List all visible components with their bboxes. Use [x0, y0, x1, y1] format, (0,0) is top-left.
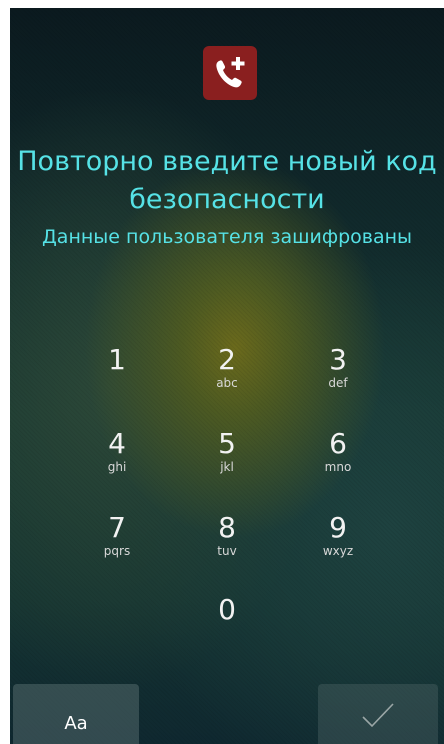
key-digit: 9	[329, 511, 347, 544]
key-letters: wxyz	[322, 544, 354, 558]
confirm-button[interactable]	[318, 684, 438, 744]
keypad-key-6[interactable]: 6 mno	[283, 428, 393, 492]
key-letters: pqrs	[103, 544, 131, 558]
keypad-key-0[interactable]: 0	[172, 594, 282, 658]
key-letters: jkl	[220, 460, 234, 474]
keypad-key-5[interactable]: 5 jkl	[172, 428, 282, 492]
key-letters: mno	[324, 460, 352, 474]
keypad-key-3[interactable]: 3 def	[283, 344, 393, 408]
keypad-key-4[interactable]: 4 ghi	[62, 428, 172, 492]
key-digit: 8	[218, 511, 236, 544]
keypad-key-1[interactable]: 1	[62, 344, 172, 408]
key-digit: 1	[108, 343, 126, 376]
key-digit: 7	[108, 511, 126, 544]
emergency-call-icon	[216, 57, 245, 88]
keyboard-switch-label: Aa	[64, 712, 88, 734]
key-letters: abc	[216, 376, 238, 390]
keypad-key-8[interactable]: 8 tuv	[172, 512, 282, 576]
checkmark-icon	[362, 703, 394, 728]
key-digit: 5	[218, 427, 236, 460]
page-title-line1: Повторно введите новый код	[17, 146, 437, 177]
key-letters: tuv	[217, 544, 237, 558]
key-digit: 0	[218, 593, 236, 626]
keypad-key-2[interactable]: 2 abc	[172, 344, 282, 408]
keypad-key-7[interactable]: 7 pqrs	[62, 512, 172, 576]
lock-screen: Повторно введите новый код безопасности …	[10, 8, 444, 744]
encryption-status-text: Данные пользователя зашифрованы	[41, 226, 413, 248]
key-letters: def	[328, 376, 348, 390]
key-digit: 2	[218, 343, 236, 376]
key-digit: 4	[108, 427, 126, 460]
key-digit: 6	[329, 427, 347, 460]
keypad-key-9[interactable]: 9 wxyz	[283, 512, 393, 576]
emergency-call-button[interactable]	[203, 46, 257, 100]
page-title-line2: безопасности	[129, 184, 325, 215]
key-digit: 3	[329, 343, 347, 376]
keyboard-switch-button[interactable]: Aa	[13, 684, 139, 744]
key-letters: ghi	[107, 460, 127, 474]
